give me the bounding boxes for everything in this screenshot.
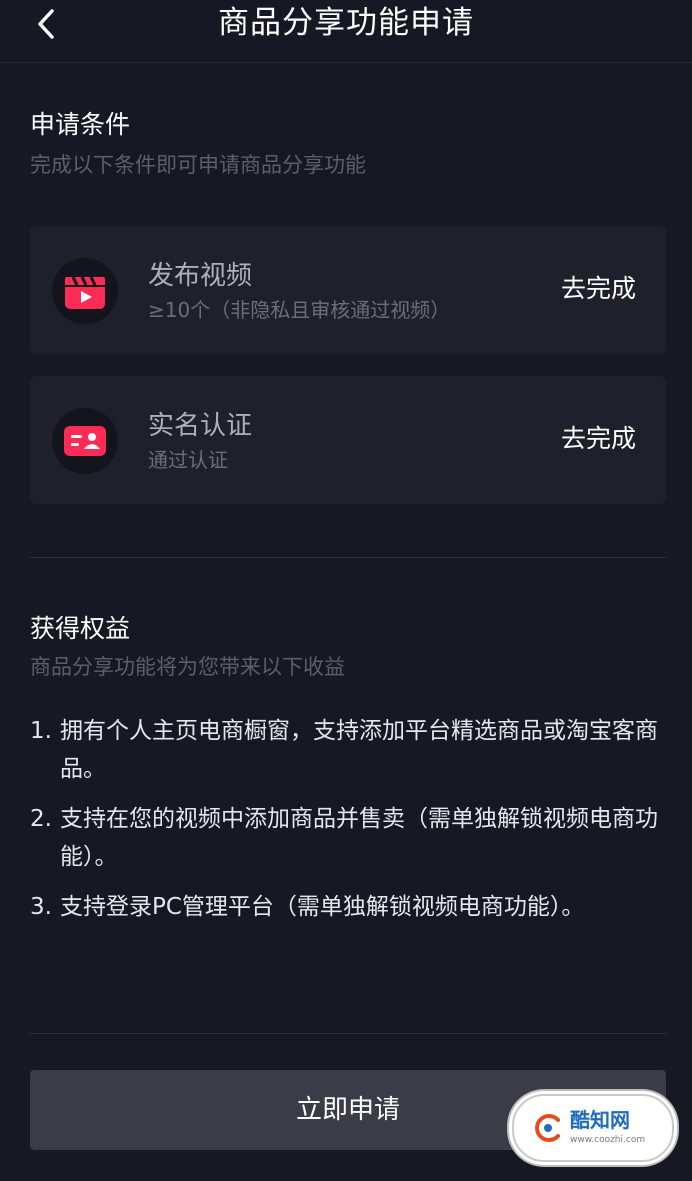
benefits-list: 1. 拥有个人主页电商橱窗，支持添加平台精选商品或淘宝客商品。 2. 支持在您的… [30,712,670,938]
benefit-item: 3. 支持登录PC管理平台（需单独解锁视频电商功能）。 [30,888,670,926]
coozhi-logo-icon [535,1114,560,1142]
condition-card-real-name: 实名认证 通过认证 去完成 [30,376,666,504]
benefits-subtitle: 商品分享功能将为您带来以下收益 [30,655,345,679]
condition-card-publish-video: 发布视频 ≥10个（非隐私且审核通过视频） 去完成 [30,226,666,354]
top-bar: 商品分享功能申请 [0,0,692,63]
watermark-name: 酷知网 [570,1108,630,1132]
watermark: 酷知网 www.coozhi.com [512,1094,674,1162]
section-divider [30,557,666,558]
video-clapper-icon [52,258,118,324]
conditions-title: 申请条件 [30,110,131,139]
condition-title: 实名认证 [148,411,253,441]
condition-subtitle: 通过认证 [148,448,228,472]
benefit-number: 2. [30,806,52,832]
page-title: 商品分享功能申请 [218,5,474,41]
benefit-text: 支持登录PC管理平台（需单独解锁视频电商功能）。 [60,894,585,920]
benefit-number: 1. [30,718,52,744]
benefit-text: 支持在您的视频中添加商品并售卖（需单独解锁视频电商功能）。 [60,806,658,870]
complete-video-button[interactable]: 去完成 [561,272,636,306]
condition-title: 发布视频 [148,261,253,291]
benefit-number: 3. [30,894,52,920]
benefit-item: 1. 拥有个人主页电商橱窗，支持添加平台精选商品或淘宝客商品。 [30,712,670,788]
benefits-title: 获得权益 [30,614,131,643]
benefit-text: 拥有个人主页电商橱窗，支持添加平台精选商品或淘宝客商品。 [60,718,658,782]
condition-subtitle: ≥10个（非隐私且审核通过视频） [148,298,451,322]
complete-verification-button[interactable]: 去完成 [561,422,636,456]
conditions-subtitle: 完成以下条件即可申请商品分享功能 [30,153,366,177]
section-divider [30,1033,666,1034]
watermark-url: www.coozhi.com [570,1135,646,1145]
id-card-icon [52,408,118,474]
benefit-item: 2. 支持在您的视频中添加商品并售卖（需单独解锁视频电商功能）。 [30,800,670,876]
